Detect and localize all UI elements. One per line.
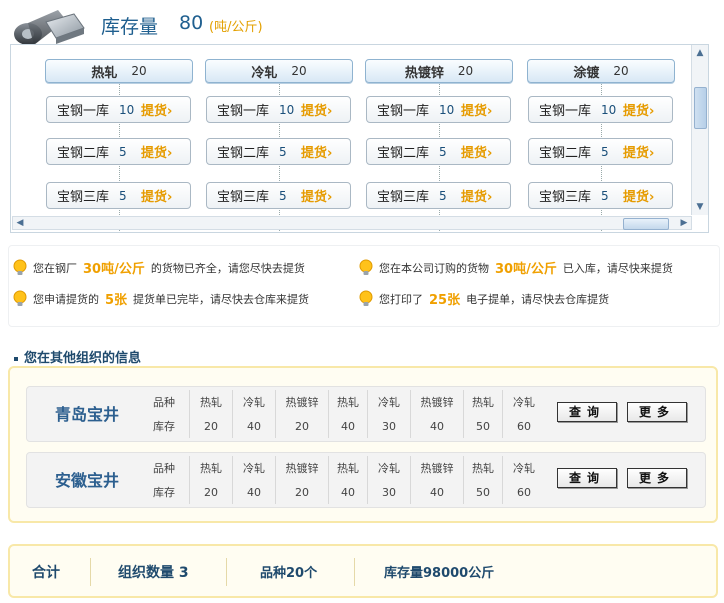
query-button[interactable]: 查询 — [557, 468, 617, 488]
category-header[interactable]: 涂镀 20 — [527, 59, 675, 83]
more-button[interactable]: 更多 — [627, 468, 687, 488]
query-button[interactable]: 查询 — [557, 402, 617, 422]
pickup-link[interactable]: 提货› — [301, 100, 332, 119]
stock-amount: 库存量98000公斤 — [384, 566, 495, 581]
total-label: 合计 — [32, 565, 60, 581]
scroll-up-icon[interactable]: ▲ — [693, 46, 707, 60]
org-name: 青岛宝井 — [54, 405, 119, 424]
warehouse-row[interactable]: 宝钢三库 5 提货› — [46, 182, 191, 209]
section-title: 您在其他组织的信息 — [14, 347, 141, 366]
warehouse-row[interactable]: 宝钢一库 10 提货› — [528, 96, 673, 123]
vertical-scroll-thumb[interactable] — [694, 87, 707, 129]
vertical-scrollbar[interactable]: ▲ ▼ — [691, 45, 708, 215]
warehouse-row[interactable]: 宝钢二库 5 提货› — [366, 138, 511, 165]
lightbulb-icon — [13, 290, 27, 306]
horizontal-scrollbar[interactable]: ◀ ▶ — [12, 216, 692, 230]
horizontal-scroll-thumb[interactable] — [623, 218, 669, 230]
other-orgs-panel: 青岛宝井 品种 热轧 冷轧 热镀锌 热轧 冷轧 热镀锌 热轧 冷轧 库存 20 40 20 4… — [8, 366, 718, 523]
warehouse-row[interactable]: 宝钢一库 10 提货› — [206, 96, 351, 123]
pickup-link[interactable]: 提货› — [141, 142, 172, 161]
category-header[interactable]: 热镀锌 20 — [365, 59, 513, 83]
org-count: 组织数量 3 — [118, 565, 189, 581]
pickup-link[interactable]: 提货› — [461, 142, 492, 161]
pickup-link[interactable]: 提货› — [301, 186, 332, 205]
pickup-link[interactable]: 提货› — [461, 100, 492, 119]
notice-item: 您在钢厂 30吨/公斤 的货物已齐全，请您尽快去提货 — [13, 258, 305, 277]
scroll-left-icon[interactable]: ◀ — [13, 216, 27, 230]
org-card: 安徽宝井 品种 热轧 冷轧 热镀锌 热轧 冷轧 热镀锌 热轧 冷轧 库存 20 40 20 4… — [26, 452, 706, 508]
warehouse-row[interactable]: 宝钢二库 5 提货› — [206, 138, 351, 165]
warehouse-row[interactable]: 宝钢三库 5 提货› — [366, 182, 511, 209]
steel-coil-logo-icon — [14, 10, 85, 45]
org-stock-table: 品种 热轧 冷轧 热镀锌 热轧 冷轧 热镀锌 热轧 冷轧 库存 20 40 20 40 30 40… — [139, 456, 545, 504]
page-title: 库存量 — [101, 16, 159, 38]
header: 库存量 80 (吨/公斤) — [0, 0, 724, 48]
lightbulb-icon — [359, 259, 373, 275]
lightbulb-icon — [13, 259, 27, 275]
warehouse-row[interactable]: 宝钢一库 10 提货› — [46, 96, 191, 123]
pickup-link[interactable]: 提货› — [623, 142, 654, 161]
bullet-icon — [14, 356, 18, 361]
notice-item: 您打印了 25张 电子提单，请尽快去仓库提货 — [359, 289, 609, 308]
category-header[interactable]: 冷轧 20 — [205, 59, 353, 83]
stock-unit: (吨/公斤) — [209, 20, 263, 35]
pickup-link[interactable]: 提货› — [623, 100, 654, 119]
scroll-down-icon[interactable]: ▼ — [693, 200, 707, 214]
pickup-link[interactable]: 提货› — [141, 100, 172, 119]
warehouse-row[interactable]: 宝钢三库 5 提货› — [206, 182, 351, 209]
warehouse-row[interactable]: 宝钢一库 10 提货› — [366, 96, 511, 123]
notice-item: 您在本公司订购的货物 30吨/公斤 已入库，请尽快来提货 — [359, 258, 673, 277]
total-panel: 合计 组织数量 3 品种20个 库存量98000公斤 — [8, 544, 718, 598]
stock-total-value: 80 — [179, 12, 204, 34]
pickup-link[interactable]: 提货› — [623, 186, 654, 205]
warehouse-row[interactable]: 宝钢二库 5 提货› — [528, 138, 673, 165]
variety-count: 品种20个 — [260, 566, 318, 581]
scroll-right-icon[interactable]: ▶ — [677, 216, 691, 230]
pickup-link[interactable]: 提货› — [301, 142, 332, 161]
org-name: 安徽宝井 — [54, 471, 119, 490]
warehouse-row[interactable]: 宝钢三库 5 提货› — [528, 182, 673, 209]
pickup-link[interactable]: 提货› — [461, 186, 492, 205]
notice-item: 您申请提货的 5张 提货单已完毕，请尽快去仓库来提货 — [13, 289, 309, 308]
org-stock-table: 品种 热轧 冷轧 热镀锌 热轧 冷轧 热镀锌 热轧 冷轧 库存 20 40 20 40 30 40… — [139, 390, 545, 438]
org-card: 青岛宝井 品种 热轧 冷轧 热镀锌 热轧 冷轧 热镀锌 热轧 冷轧 库存 20 40 20 4… — [26, 386, 706, 442]
lightbulb-icon — [359, 290, 373, 306]
pickup-link[interactable]: 提货› — [141, 186, 172, 205]
notice-panel: 您在钢厂 30吨/公斤 的货物已齐全，请您尽快去提货 您在本公司订购的货物 30吨/公… — [8, 245, 720, 327]
more-button[interactable]: 更多 — [627, 402, 687, 422]
category-header[interactable]: 热轧 20 — [45, 59, 193, 83]
stock-panel: 热轧 20 宝钢一库 10 提货› 宝钢二库 5 提货› 宝钢三库 5 提货› 冷轧 20 宝钢… — [10, 44, 709, 233]
warehouse-row[interactable]: 宝钢二库 5 提货› — [46, 138, 191, 165]
